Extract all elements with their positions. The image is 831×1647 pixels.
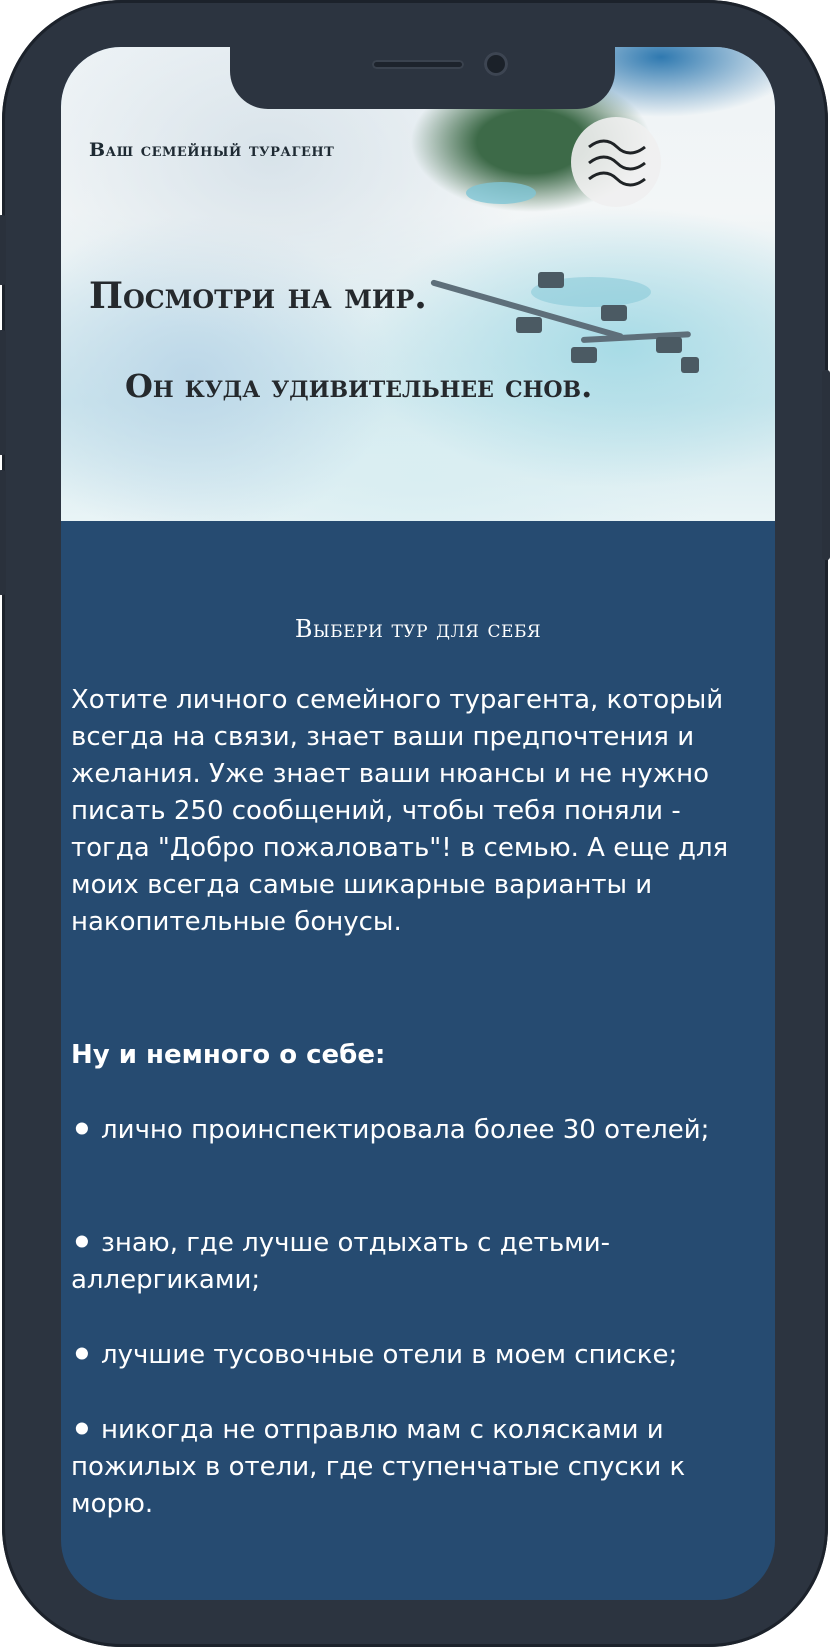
camera-icon <box>484 52 508 76</box>
villa-shape <box>681 357 699 373</box>
waves-menu-icon <box>588 139 646 187</box>
screen: Ваш семейный турагент Посмотри на мир. О… <box>61 47 775 1600</box>
villa-shape <box>516 317 542 333</box>
hero-headline: Посмотри на мир. <box>89 275 427 317</box>
hero-banner: Ваш семейный турагент Посмотри на мир. О… <box>61 47 775 521</box>
volume-up-button <box>0 330 6 455</box>
about-heading: Ну и немного о себе: <box>71 1040 386 1070</box>
list-item: ⚫ лучшие тусовочные отели в моем списке; <box>71 1340 678 1370</box>
villa-shape <box>656 337 682 353</box>
villa-shape <box>601 305 627 321</box>
section-title: Выбери тур для себя <box>294 615 542 643</box>
hero-subheadline: Он куда удивительнее снов. <box>125 367 593 405</box>
villa-shape <box>571 347 597 363</box>
phone-frame: Ваш семейный турагент Посмотри на мир. О… <box>0 0 830 1647</box>
notch <box>230 47 615 109</box>
menu-button[interactable] <box>571 117 661 207</box>
brand-title: Ваш семейный турагент <box>89 139 335 161</box>
list-item: ⚫ знаю, где лучше отдыхать с детьми-алле… <box>71 1228 611 1295</box>
intro-paragraph: Хотите личного семейного турагента, кото… <box>71 685 729 937</box>
villa-shape <box>538 272 564 288</box>
volume-down-button <box>0 470 6 595</box>
mute-switch <box>0 215 6 285</box>
lagoon-shape <box>466 182 536 204</box>
list-item: ⚫ лично проинспектировала более 30 отеле… <box>71 1115 710 1145</box>
list-item: ⚫ никогда не отправлю мам с колясками и … <box>71 1415 686 1519</box>
power-button <box>822 370 830 560</box>
speaker-grille <box>372 60 464 69</box>
